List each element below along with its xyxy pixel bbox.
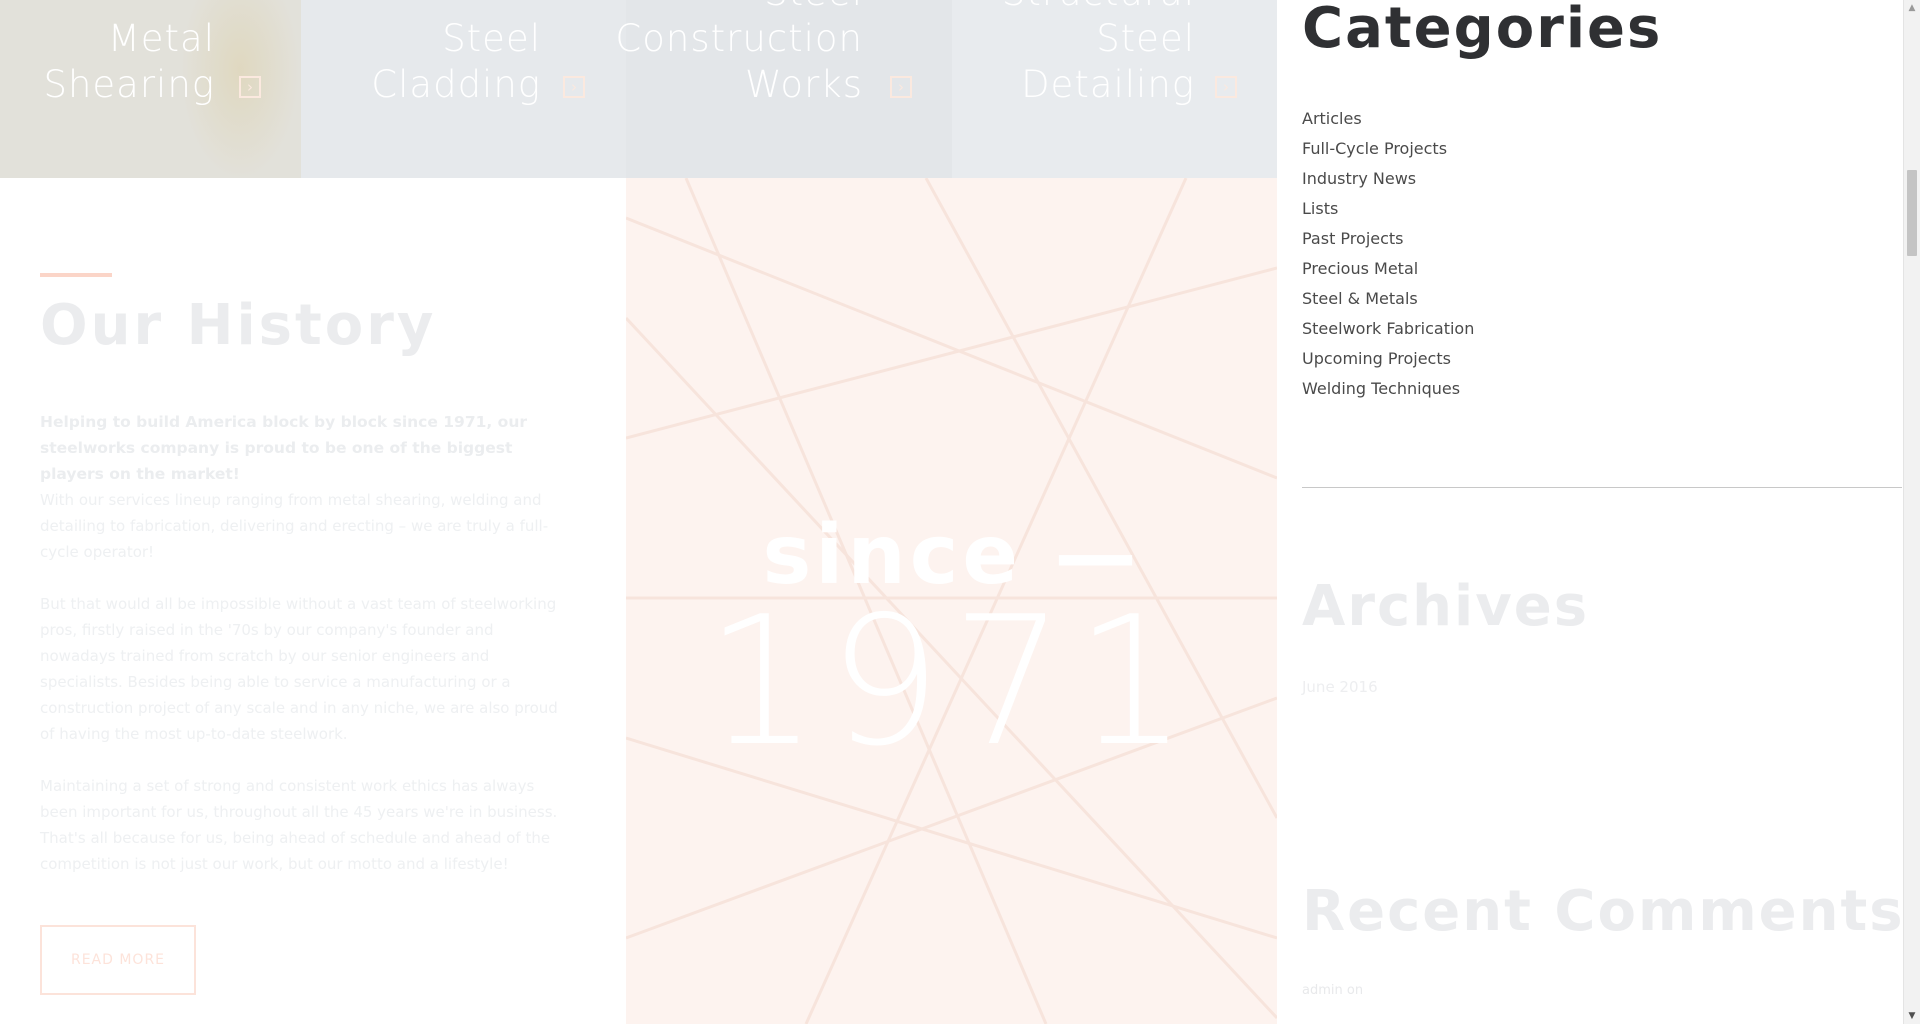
service-steel-construction-works[interactable]: Steel Construction Works › — [615, 0, 952, 178]
page-scrollbar[interactable]: ▲ ▼ — [1903, 0, 1920, 1024]
service-title-line: Steel — [1096, 17, 1195, 60]
service-structural-steel-detailing[interactable]: Structural Steel Detailing › — [952, 0, 1277, 178]
service-metal-shearing[interactable]: Metal Shearing › — [0, 0, 301, 178]
chevron-right-icon[interactable]: › — [890, 76, 912, 98]
history-section: Our History Helping to build America blo… — [0, 178, 626, 1024]
categories-title: Categories — [1302, 0, 1663, 61]
category-link-articles[interactable]: Articles — [1302, 104, 1474, 134]
recent-comment-item[interactable]: admin on — [1302, 983, 1363, 998]
sidebar-divider — [1302, 487, 1902, 488]
service-steel-cladding[interactable]: Steel Cladding › — [301, 0, 626, 178]
service-title[interactable]: Metal Shearing — [43, 16, 215, 108]
since-year: 1971 — [705, 578, 1198, 785]
category-link-upcoming-projects[interactable]: Upcoming Projects — [1302, 344, 1474, 374]
service-title-line: Detailing — [1021, 63, 1195, 106]
history-paragraph: Maintaining a set of strong and consiste… — [40, 777, 558, 873]
scroll-up-arrow-icon[interactable]: ▲ — [1904, 0, 1920, 16]
chevron-right-icon[interactable]: › — [1215, 76, 1237, 98]
sidebar: Categories Articles Full-Cycle Projects … — [1277, 0, 1903, 1024]
category-link-industry-news[interactable]: Industry News — [1302, 164, 1474, 194]
scroll-down-arrow-icon[interactable]: ▼ — [1904, 1008, 1920, 1024]
service-title-line: Structural — [1002, 0, 1195, 16]
service-title[interactable]: Steel Construction Works — [615, 0, 863, 108]
category-link-precious-metal[interactable]: Precious Metal — [1302, 254, 1474, 284]
service-title-line: Cladding — [371, 63, 541, 106]
read-more-button[interactable]: READ MORE — [40, 925, 196, 995]
archive-link-june-2016[interactable]: June 2016 — [1302, 678, 1378, 696]
service-title-line: Shearing — [43, 63, 215, 106]
category-link-full-cycle-projects[interactable]: Full-Cycle Projects — [1302, 134, 1474, 164]
history-paragraph: With our services lineup ranging from me… — [40, 491, 549, 561]
category-link-lists[interactable]: Lists — [1302, 194, 1474, 224]
categories-list: Articles Full-Cycle Projects Industry Ne… — [1302, 104, 1474, 404]
since-panel: since — 1971 — [626, 178, 1277, 1024]
archives-title: Archives — [1302, 574, 1590, 639]
category-link-steelwork-fabrication[interactable]: Steelwork Fabrication — [1302, 314, 1474, 344]
chevron-right-icon[interactable]: › — [563, 76, 585, 98]
category-link-past-projects[interactable]: Past Projects — [1302, 224, 1474, 254]
service-title-line: Works — [745, 63, 863, 106]
service-title[interactable]: Steel Cladding — [371, 16, 541, 108]
history-paragraph: But that would all be impossible without… — [40, 595, 558, 743]
scrollbar-thumb[interactable] — [1907, 170, 1917, 256]
chevron-right-icon[interactable]: › — [239, 76, 261, 98]
category-link-welding-techniques[interactable]: Welding Techniques — [1302, 374, 1474, 404]
service-title[interactable]: Structural Steel Detailing — [1002, 0, 1195, 108]
history-lead: Helping to build America block by block … — [40, 413, 528, 483]
recent-comments-title: Recent Comments — [1302, 879, 1905, 944]
accent-line — [40, 273, 112, 277]
service-title-line: Steel — [615, 0, 863, 16]
category-link-steel-metals[interactable]: Steel & Metals — [1302, 284, 1474, 314]
service-title-line: Steel — [442, 17, 541, 60]
service-title-line: Construction — [615, 17, 863, 60]
service-title-line: Metal — [107, 17, 215, 60]
services-band: Metal Shearing › Steel Cladding › Steel … — [0, 0, 1277, 178]
history-title: Our History — [40, 293, 437, 358]
